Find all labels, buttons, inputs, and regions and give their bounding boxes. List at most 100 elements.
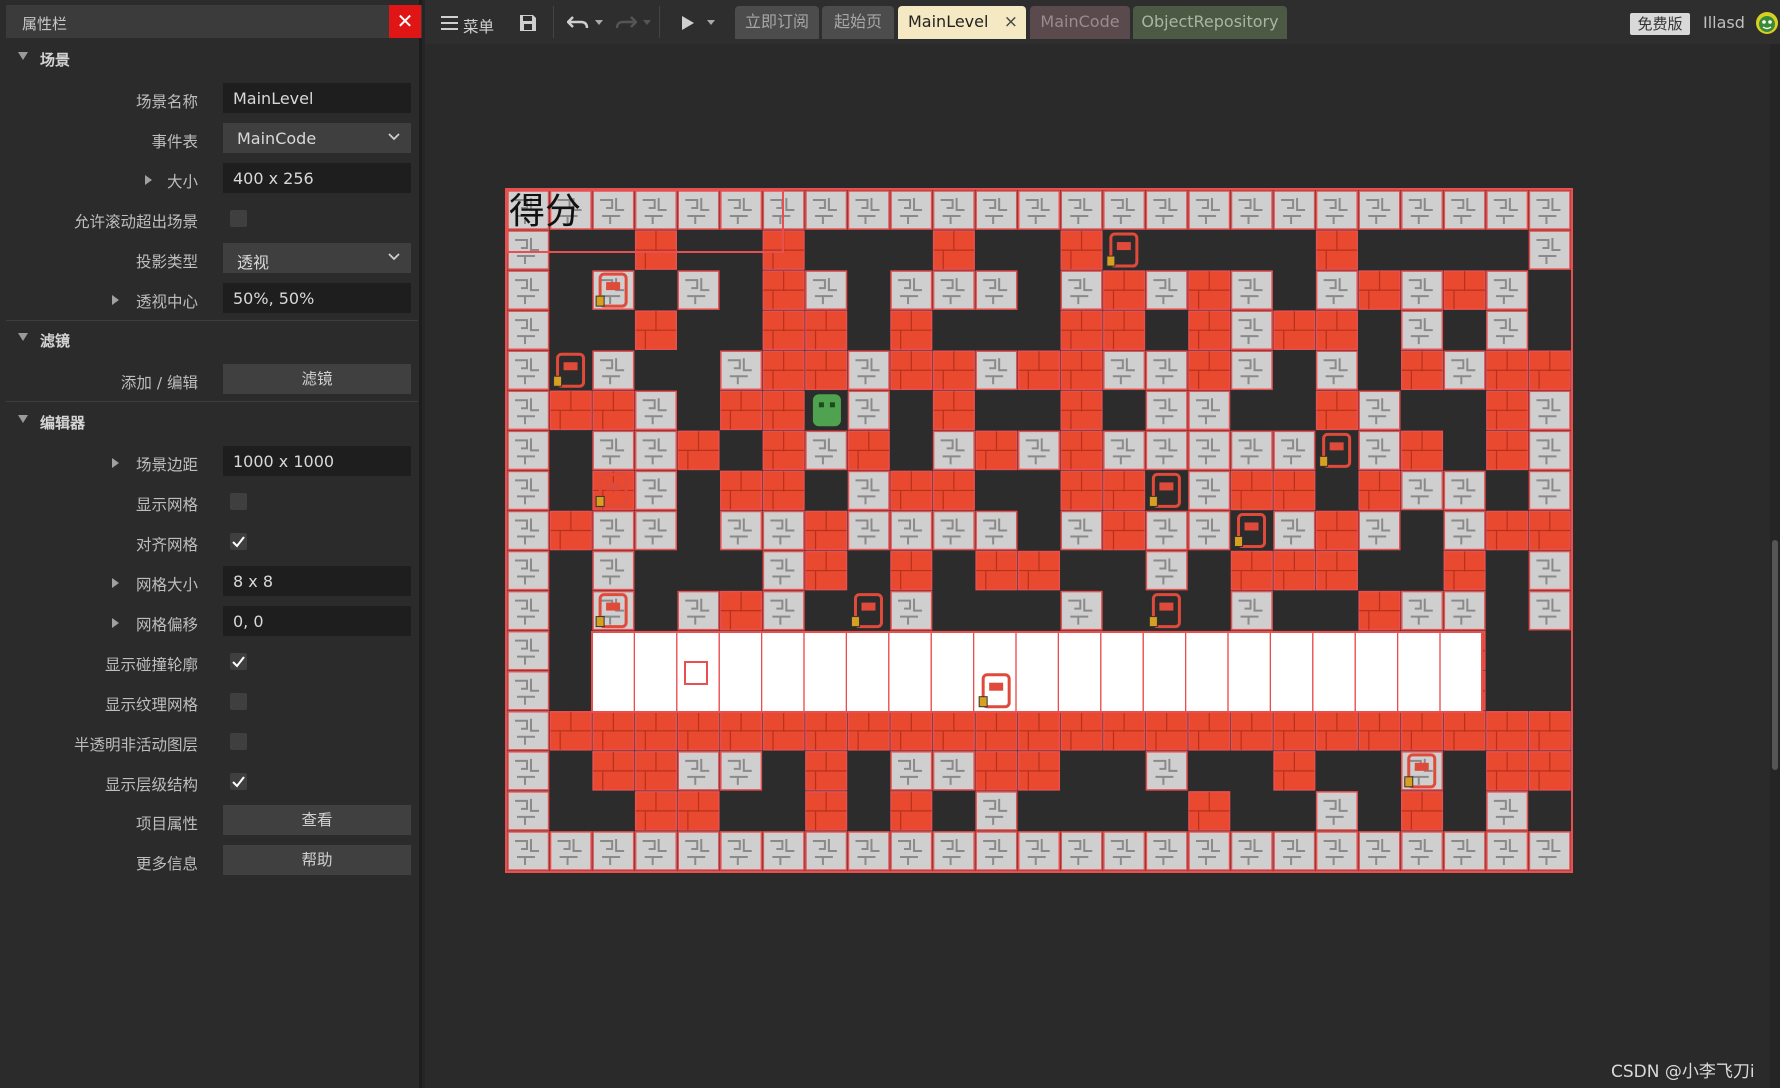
stone-block	[1060, 270, 1103, 310]
vertical-scrollbar[interactable]	[1772, 540, 1778, 770]
undo-icon[interactable]	[567, 14, 589, 30]
snap-grid-checkbox[interactable]	[230, 533, 247, 550]
chevron-down-icon[interactable]	[643, 20, 651, 26]
event-sheet-select[interactable]: MainCode	[223, 123, 411, 153]
expand-triangle-icon[interactable]	[112, 618, 119, 628]
field-label: 项目属性	[135, 815, 198, 833]
projection-select[interactable]: 透视	[223, 243, 411, 273]
expand-triangle-icon[interactable]	[112, 295, 119, 305]
stone-block	[805, 430, 848, 471]
stone-block	[592, 550, 635, 591]
stone-block	[634, 470, 677, 511]
stone-block	[1103, 831, 1146, 871]
enemy-visor	[1414, 762, 1429, 771]
empty-cell	[635, 271, 677, 310]
chevron-down-icon[interactable]	[707, 20, 715, 26]
view-button[interactable]: 查看	[223, 805, 411, 835]
chevron-down-icon[interactable]	[595, 20, 603, 26]
stone-block	[634, 430, 677, 471]
row-more-info: 更多信息 帮助	[0, 843, 419, 879]
allow-scroll-checkbox[interactable]	[230, 210, 247, 227]
field-label: 事件表	[151, 133, 198, 151]
expand-triangle-icon[interactable]	[112, 458, 119, 468]
grid-offset-input[interactable]: 0, 0	[223, 606, 411, 636]
enemy-visor	[606, 602, 621, 611]
stone-block	[592, 350, 635, 391]
grid-size-input[interactable]: 8 x 8	[223, 566, 411, 596]
stone-block	[677, 831, 720, 871]
stone-block	[975, 270, 1018, 310]
redo-icon[interactable]	[615, 14, 637, 30]
tab-object-repository[interactable]: ObjectRepository	[1133, 6, 1287, 39]
stone-block	[1188, 470, 1231, 511]
hierarchy-checkbox[interactable]	[230, 773, 247, 790]
player-eye	[818, 402, 824, 408]
stone-block	[932, 831, 975, 871]
stone-block	[1486, 791, 1529, 831]
stone-block	[720, 751, 763, 791]
tab-subscribe[interactable]: 立即订阅	[735, 6, 819, 39]
stone-block	[1060, 510, 1103, 551]
help-button[interactable]: 帮助	[223, 845, 411, 875]
section-editor[interactable]: 编辑器	[0, 403, 419, 439]
stone-block	[507, 390, 550, 431]
stone-block	[1528, 590, 1571, 631]
stone-block	[805, 190, 848, 230]
row-hierarchy: 显示层级结构	[0, 764, 419, 800]
stone-block	[1528, 190, 1571, 230]
play-icon[interactable]	[681, 15, 695, 31]
filter-button[interactable]: 滤镜	[223, 364, 411, 394]
avatar[interactable]	[1755, 11, 1779, 35]
stone-block	[1145, 510, 1188, 551]
stone-block	[720, 831, 763, 871]
show-grid-checkbox[interactable]	[230, 493, 247, 510]
tab-mainlevel[interactable]: MainLevel ×	[898, 6, 1026, 39]
expand-triangle-icon[interactable]	[145, 175, 152, 185]
size-input[interactable]: 400 x 256	[223, 163, 411, 193]
save-icon[interactable]	[518, 13, 538, 33]
stone-block	[507, 711, 550, 751]
tab-start-page[interactable]: 起始页	[822, 6, 894, 39]
field-label: 显示层级结构	[104, 776, 198, 794]
stone-block	[1315, 791, 1358, 831]
stone-block	[1273, 190, 1316, 230]
translucent-checkbox[interactable]	[230, 733, 247, 750]
chevron-down-icon	[388, 253, 400, 261]
scene-margin-input[interactable]: 1000 x 1000	[223, 446, 411, 476]
collision-checkbox[interactable]	[230, 653, 247, 670]
select-value: 透视	[237, 253, 270, 272]
field-label: 大小	[166, 173, 198, 191]
row-projection: 投影类型 透视	[0, 241, 419, 277]
section-scene[interactable]: 场景	[0, 40, 419, 76]
toolbar-divider	[553, 6, 554, 38]
stone-block	[677, 270, 720, 310]
texture-grid-checkbox[interactable]	[230, 693, 247, 710]
stone-block	[1145, 190, 1188, 230]
stone-block	[847, 190, 890, 230]
scene-canvas[interactable]: 得分	[505, 188, 1573, 873]
enemy-lantern	[1404, 776, 1414, 788]
collapse-triangle-icon	[18, 415, 28, 423]
enemy-lantern	[978, 696, 988, 708]
stone-block	[1060, 831, 1103, 871]
tab-maincode[interactable]: MainCode	[1030, 6, 1130, 39]
close-tab-icon[interactable]: ×	[1004, 6, 1018, 38]
stone-block	[1230, 831, 1273, 871]
hud-panel	[591, 631, 1483, 713]
score-text[interactable]: 得分	[509, 192, 581, 232]
username[interactable]: Illasd	[1703, 13, 1745, 32]
menu-button[interactable]: 菜单	[437, 8, 517, 38]
stone-block	[1486, 310, 1529, 350]
row-event-sheet: 事件表 MainCode	[0, 121, 419, 157]
free-edition-badge[interactable]: 免费版	[1630, 13, 1690, 35]
scene-tiles[interactable]	[507, 190, 1571, 871]
stone-block	[677, 751, 720, 791]
stone-block	[890, 510, 933, 551]
scene-name-input[interactable]: MainLevel	[223, 83, 411, 113]
vanishing-point-input[interactable]: 50%, 50%	[223, 283, 411, 313]
section-filter[interactable]: 滤镜	[0, 321, 419, 357]
stone-block	[1315, 270, 1358, 310]
close-panel-button[interactable]: ✕	[389, 5, 421, 38]
expand-triangle-icon[interactable]	[112, 578, 119, 588]
field-label: 投影类型	[135, 253, 198, 271]
